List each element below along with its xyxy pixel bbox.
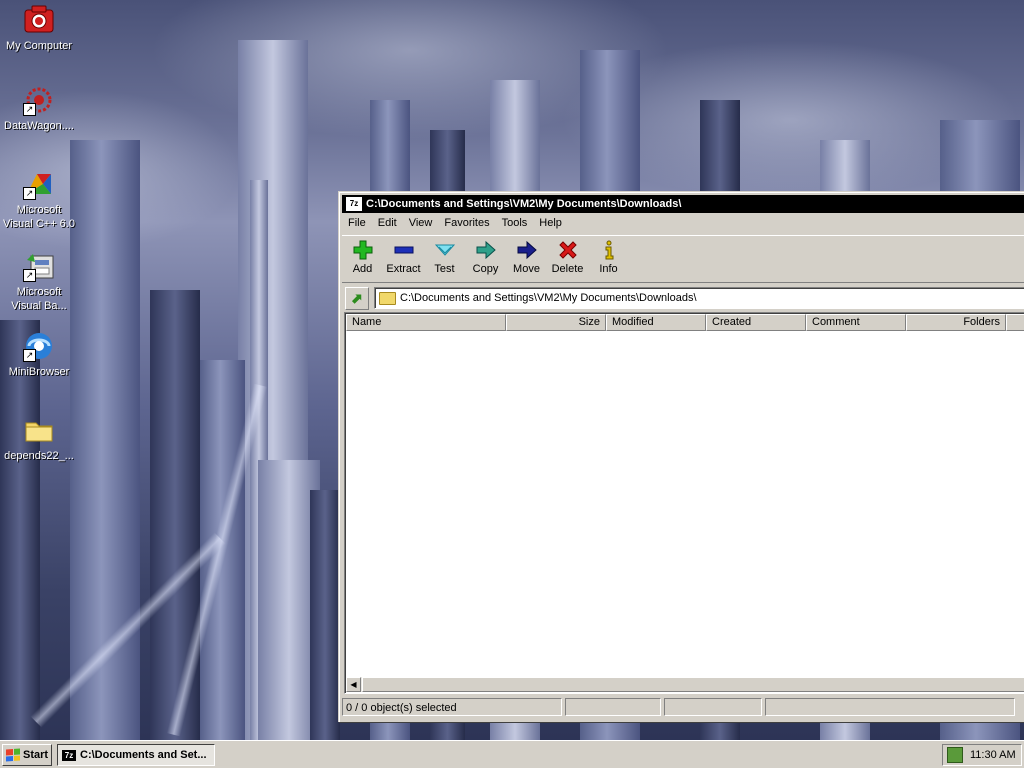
extract-button[interactable]: Extract (383, 236, 424, 282)
extract-label: Extract (386, 263, 421, 275)
copy-button[interactable]: Copy (465, 236, 506, 282)
test-button[interactable]: Test (424, 236, 465, 282)
camera-icon (23, 4, 55, 36)
column-header-size[interactable]: Size (506, 314, 606, 331)
start-button[interactable]: Start (2, 744, 52, 766)
move-button[interactable]: Move (506, 236, 547, 282)
desktop-icon-label: Microsoft Visual Ba... (11, 286, 67, 312)
start-label: Start (23, 749, 49, 761)
menu-edit[interactable]: Edit (372, 217, 403, 229)
column-header-name[interactable]: Name (346, 314, 506, 331)
folder-icon (379, 291, 396, 305)
shortcut-arrow-icon: ↗ (23, 349, 36, 362)
x-icon (557, 240, 579, 260)
system-tray: 11:30 AM (942, 744, 1022, 766)
status-panel-3 (664, 698, 762, 716)
arrow-right-icon (475, 240, 497, 260)
file-manager-window: 7z C:\Documents and Settings\VM2\My Docu… (338, 191, 1024, 722)
delete-button[interactable]: Delete (547, 236, 588, 282)
network-icon[interactable] (947, 747, 963, 763)
minus-icon (393, 240, 415, 260)
copy-label: Copy (472, 263, 499, 275)
column-header-modified[interactable]: Modified (606, 314, 706, 331)
menu-file[interactable]: File (342, 217, 372, 229)
desktop-icon-my-computer[interactable]: My Computer (1, 4, 77, 53)
info-label: Info (599, 263, 618, 275)
column-header-comment[interactable]: Comment (806, 314, 906, 331)
shortcut-arrow-icon: ↗ (23, 187, 36, 200)
column-header-extra[interactable] (1006, 314, 1024, 331)
address-text: C:\Documents and Settings\VM2\My Documen… (400, 292, 697, 304)
up-arrow-icon: ⬈ (351, 289, 363, 306)
scrollbar-thumb[interactable] (362, 677, 1024, 692)
menu-tools[interactable]: Tools (496, 217, 534, 229)
visual-cpp-icon: ↗ (23, 168, 55, 200)
info-button[interactable]: Info (588, 236, 629, 282)
move-label: Move (513, 263, 540, 275)
task-label: C:\Documents and Set... (80, 749, 207, 761)
status-panel-4 (765, 698, 1015, 716)
address-bar: ⬈ C:\Documents and Settings\VM2\My Docum… (342, 286, 1024, 310)
file-list[interactable]: Name Size Modified Created Comment Folde… (344, 312, 1024, 694)
minibrowser-icon: ↗ (23, 330, 55, 362)
menu-favorites[interactable]: Favorites (438, 217, 495, 229)
menu-view[interactable]: View (403, 217, 439, 229)
desktop-icon-label: My Computer (5, 40, 73, 52)
clock[interactable]: 11:30 AM (970, 749, 1016, 761)
visual-basic-icon: ↗ (23, 250, 55, 282)
menu-help[interactable]: Help (533, 217, 568, 229)
up-folder-button[interactable]: ⬈ (345, 286, 369, 310)
desktop-icon-visual-cpp[interactable]: ↗ Microsoft Visual C++ 6.0 (1, 168, 77, 231)
scroll-left-icon[interactable]: ◀ (346, 677, 361, 692)
add-button[interactable]: Add (342, 236, 383, 282)
taskbar: Start 7z C:\Documents and Set... 11:30 A… (0, 740, 1024, 768)
status-selected: 0 / 0 object(s) selected (342, 698, 562, 716)
shortcut-arrow-icon: ↗ (23, 103, 36, 116)
menu-bar: File Edit View Favorites Tools Help (342, 214, 1024, 232)
check-chevron-icon (434, 240, 456, 260)
desktop-icon-label: DataWagon.... (4, 120, 74, 132)
folder-icon (23, 414, 55, 446)
column-header-folders[interactable]: Folders (906, 314, 1006, 331)
status-bar: 0 / 0 object(s) selected (342, 698, 1024, 718)
taskbar-button-file-manager[interactable]: 7z C:\Documents and Set... (57, 744, 215, 766)
window-titlebar[interactable]: 7z C:\Documents and Settings\VM2\My Docu… (342, 195, 1024, 213)
address-field[interactable]: C:\Documents and Settings\VM2\My Documen… (374, 287, 1024, 309)
status-panel-2 (565, 698, 661, 716)
window-title: C:\Documents and Settings\VM2\My Documen… (366, 198, 682, 210)
delete-label: Delete (551, 263, 584, 275)
info-icon (598, 240, 620, 260)
desktop-icon-minibrowser[interactable]: ↗ MiniBrowser (1, 330, 77, 379)
desktop-icon-label: MiniBrowser (8, 366, 70, 378)
windows-logo-icon (6, 748, 20, 762)
datawagon-icon: ↗ (23, 84, 55, 116)
horizontal-scrollbar[interactable]: ◀ (346, 677, 1024, 692)
desktop-icon-depends22[interactable]: depends22_... (1, 414, 77, 463)
desktop-icon-datawagon[interactable]: ↗ DataWagon.... (1, 84, 77, 133)
test-label: Test (434, 263, 455, 275)
desktop-icon-label: depends22_... (4, 450, 74, 462)
desktop-icon-label: Microsoft Visual C++ 6.0 (3, 204, 75, 230)
desktop-icon-visual-basic[interactable]: ↗ Microsoft Visual Ba... (1, 250, 77, 313)
shortcut-arrow-icon: ↗ (23, 269, 36, 282)
7zip-icon: 7z (346, 197, 362, 211)
plus-icon (352, 240, 374, 260)
add-label: Add (352, 263, 373, 275)
7zip-icon: 7z (62, 749, 76, 761)
column-header-created[interactable]: Created (706, 314, 806, 331)
toolbar: Add Extract Test Copy Move Delete Info (342, 235, 1024, 283)
arrow-right-icon (516, 240, 538, 260)
